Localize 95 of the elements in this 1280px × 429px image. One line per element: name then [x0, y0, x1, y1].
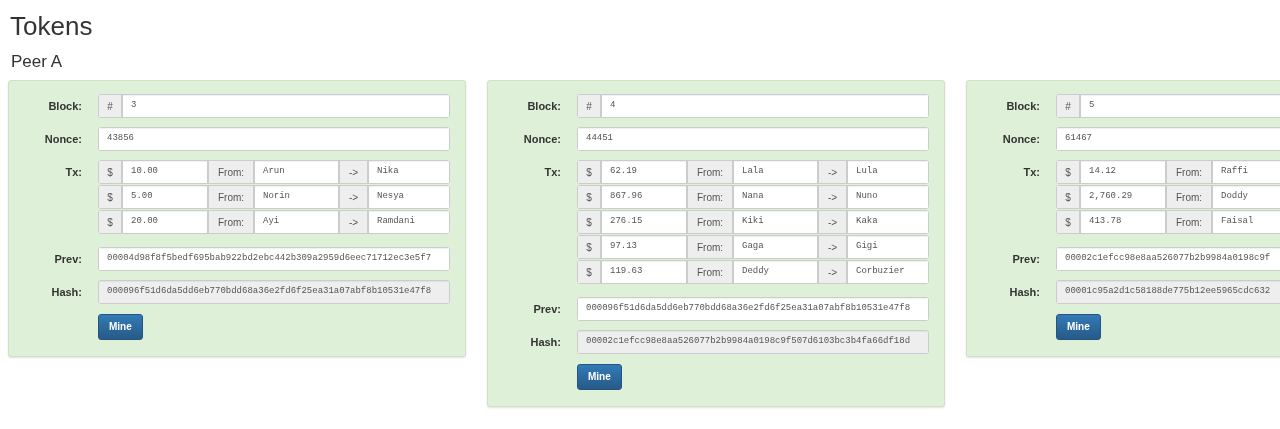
input-field[interactable]: Nika — [368, 160, 450, 184]
input-addon: $ — [577, 185, 601, 209]
field-label: Hash: — [51, 285, 82, 299]
input-addon: $ — [577, 160, 601, 184]
input-field[interactable]: 119.63 — [601, 260, 687, 284]
field-label: Prev: — [54, 252, 82, 266]
input-addon: -> — [818, 160, 847, 184]
input-field: 00002c1efcc98e8aa526077b2b9984a0198c9f507d6103bc3b4fa66df18d — [577, 330, 929, 354]
field-label: Nonce: — [44, 132, 82, 146]
input-addon: -> — [818, 185, 847, 209]
input-field[interactable]: 2,760.29 — [1080, 185, 1166, 209]
input-field[interactable]: 4 — [601, 94, 929, 118]
input-field[interactable]: 867.96 — [601, 185, 687, 209]
input-field[interactable]: 000096f51d6da5dd6eb770bdd68a36e2fd6f25ea31a07abf8b10531e47f8 — [577, 297, 929, 321]
field-label: Nonce: — [523, 132, 561, 146]
input-field[interactable]: Norin — [254, 185, 339, 209]
input-addon: -> — [818, 260, 847, 284]
input-field: 00001c95a2d1c58188de775b12ee5965cdc632 — [1056, 280, 1280, 304]
input-field[interactable]: 61467 — [1056, 127, 1280, 151]
mine-button[interactable]: Mine — [577, 364, 622, 390]
field-label: Hash: — [530, 335, 561, 349]
input-field[interactable]: Nesya — [368, 185, 450, 209]
input-field: 000096f51d6da5dd6eb770bdd68a36e2fd6f25ea31a07abf8b10531e47f8 — [98, 280, 450, 304]
mine-button[interactable]: Mine — [1056, 314, 1101, 340]
input-addon: From: — [687, 160, 733, 184]
input-field[interactable]: Gaga — [733, 235, 818, 259]
input-addon: $ — [98, 160, 122, 184]
input-field[interactable]: 14.12 — [1080, 160, 1166, 184]
input-field[interactable]: Doddy — [1212, 185, 1280, 209]
input-addon: From: — [1166, 160, 1212, 184]
input-field[interactable]: 3 — [122, 94, 450, 118]
input-addon: From: — [208, 210, 254, 234]
input-field[interactable]: Lula — [847, 160, 929, 184]
input-addon: From: — [1166, 210, 1212, 234]
field-label: Tx: — [1023, 165, 1040, 179]
input-addon: $ — [1056, 210, 1080, 234]
input-addon: From: — [208, 160, 254, 184]
input-field[interactable]: 5 — [1080, 94, 1280, 118]
input-addon: $ — [1056, 160, 1080, 184]
input-field[interactable]: 00002c1efcc98e8aa526077b2b9984a0198c9f — [1056, 247, 1280, 271]
field-label: Tx: — [544, 165, 561, 179]
input-field[interactable]: Kiki — [733, 210, 818, 234]
input-field[interactable]: 62.19 — [601, 160, 687, 184]
input-field[interactable]: Deddy — [733, 260, 818, 284]
input-addon: -> — [339, 185, 368, 209]
field-label: Nonce: — [1002, 132, 1040, 146]
field-label: Block: — [1006, 99, 1040, 113]
input-addon: From: — [1166, 185, 1212, 209]
field-label: Prev: — [1012, 252, 1040, 266]
input-addon: From: — [208, 185, 254, 209]
input-addon: # — [98, 94, 122, 118]
field-label: Block: — [48, 99, 82, 113]
input-addon: # — [1056, 94, 1080, 118]
input-addon: # — [577, 94, 601, 118]
input-addon: $ — [577, 260, 601, 284]
input-addon: -> — [339, 160, 368, 184]
input-field[interactable]: Nuno — [847, 185, 929, 209]
input-addon: $ — [98, 210, 122, 234]
input-field[interactable]: Ramdani — [368, 210, 450, 234]
input-field[interactable]: Kaka — [847, 210, 929, 234]
input-field[interactable]: 44451 — [577, 127, 929, 151]
input-field[interactable]: 43856 — [98, 127, 450, 151]
input-addon: $ — [98, 185, 122, 209]
input-addon: -> — [818, 210, 847, 234]
input-field[interactable]: Gigi — [847, 235, 929, 259]
input-field[interactable]: Lala — [733, 160, 818, 184]
input-field[interactable]: Nana — [733, 185, 818, 209]
field-label: Prev: — [533, 302, 561, 316]
input-addon: $ — [577, 210, 601, 234]
input-addon: -> — [818, 235, 847, 259]
mine-button[interactable]: Mine — [98, 314, 143, 340]
field-label: Tx: — [65, 165, 82, 179]
input-addon: From: — [687, 235, 733, 259]
input-field[interactable]: 276.15 — [601, 210, 687, 234]
field-label: Hash: — [1009, 285, 1040, 299]
input-addon: $ — [577, 235, 601, 259]
input-field[interactable]: 10.00 — [122, 160, 208, 184]
input-field[interactable]: 5.00 — [122, 185, 208, 209]
input-field[interactable]: Ayi — [254, 210, 339, 234]
input-field[interactable]: Raffi — [1212, 160, 1280, 184]
peer-heading: Peer A — [11, 52, 63, 72]
input-addon: -> — [339, 210, 368, 234]
input-field[interactable]: 20.00 — [122, 210, 208, 234]
input-field[interactable]: Corbuzier — [847, 260, 929, 284]
input-field[interactable]: 97.13 — [601, 235, 687, 259]
input-addon: $ — [1056, 185, 1080, 209]
input-field[interactable]: Arun — [254, 160, 339, 184]
input-addon: From: — [687, 185, 733, 209]
input-field[interactable]: 00004d98f8f5bedf695bab922bd2ebc442b309a2959d6eec71712ec3e5f7 — [98, 247, 450, 271]
input-field[interactable]: 413.78 — [1080, 210, 1166, 234]
input-addon: From: — [687, 210, 733, 234]
page-title: Tokens — [10, 10, 93, 42]
input-addon: From: — [687, 260, 733, 284]
input-field[interactable]: Faisal — [1212, 210, 1280, 234]
field-label: Block: — [527, 99, 561, 113]
